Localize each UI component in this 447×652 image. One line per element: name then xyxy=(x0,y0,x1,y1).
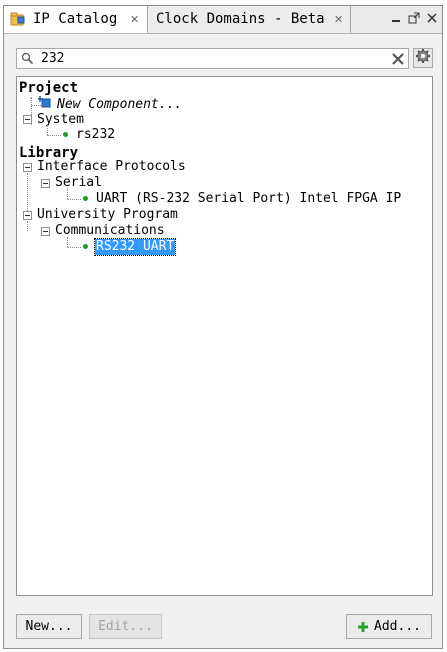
tree-connector xyxy=(47,125,48,135)
edit-button[interactable]: Edit... xyxy=(89,614,162,639)
edit-button-label: Edit... xyxy=(98,619,153,634)
tree-item-rs232[interactable]: rs232 xyxy=(76,127,115,143)
tab-label: IP Catalog xyxy=(33,11,118,27)
new-button[interactable]: New... xyxy=(16,614,82,639)
component-dot-icon xyxy=(83,196,88,201)
collapse-icon[interactable] xyxy=(23,115,32,124)
collapse-icon[interactable] xyxy=(41,179,50,188)
settings-button[interactable] xyxy=(413,48,433,68)
tree-connector xyxy=(67,199,81,200)
tree-item-serial[interactable]: Serial xyxy=(55,175,102,191)
tree-item-rs232-uart[interactable]: RS232 UART xyxy=(93,238,177,256)
search-value: 232 xyxy=(41,51,65,66)
tree-connector xyxy=(47,135,61,136)
close-icon[interactable] xyxy=(426,12,438,24)
component-dot-icon xyxy=(83,244,88,249)
collapse-icon[interactable] xyxy=(23,211,32,220)
tree-item-communications[interactable]: Communications xyxy=(55,223,165,239)
search-input[interactable]: 232 xyxy=(16,48,409,69)
tree-item-university-program[interactable]: University Program xyxy=(37,207,178,223)
minimize-icon[interactable] xyxy=(390,12,402,24)
close-tab-icon[interactable]: ✕ xyxy=(130,13,139,26)
tab-bar: IP Catalog ✕ Clock Domains - Beta ✕ xyxy=(4,6,442,34)
tree-item-system[interactable]: System xyxy=(37,112,84,128)
collapse-icon[interactable] xyxy=(41,227,50,236)
tab-ip-catalog[interactable]: IP Catalog ✕ xyxy=(4,6,148,33)
ip-tree: Project New Component... System rs232 Li… xyxy=(16,76,433,596)
clear-search-icon[interactable] xyxy=(391,52,405,66)
new-component-icon xyxy=(37,96,51,108)
tree-connector xyxy=(67,247,81,248)
detach-icon[interactable] xyxy=(408,12,420,24)
add-button-label: Add... xyxy=(374,619,421,634)
ip-catalog-panel: IP Catalog ✕ Clock Domains - Beta ✕ 232 xyxy=(3,5,443,649)
tree-item-interface-protocols[interactable]: Interface Protocols xyxy=(37,159,186,175)
window-controls xyxy=(390,12,438,24)
component-dot-icon xyxy=(63,132,68,137)
tree-item-new-component[interactable]: New Component... xyxy=(57,97,182,113)
search-icon xyxy=(21,52,34,65)
gear-icon xyxy=(415,48,431,68)
tree-connector xyxy=(67,189,68,199)
new-button-label: New... xyxy=(25,619,73,634)
tree-item-uart-ip[interactable]: UART (RS-232 Serial Port) Intel FPGA IP xyxy=(96,191,401,207)
collapse-icon[interactable] xyxy=(23,163,32,172)
ip-catalog-icon xyxy=(10,12,25,26)
add-button[interactable]: Add... xyxy=(346,614,432,639)
tab-clock-domains[interactable]: Clock Domains - Beta ✕ xyxy=(148,6,351,33)
tree-connector xyxy=(67,237,68,247)
plus-icon xyxy=(357,621,369,633)
close-tab-icon[interactable]: ✕ xyxy=(334,13,343,26)
tree-section-project: Project xyxy=(19,80,79,96)
tree-connector xyxy=(27,221,28,231)
tab-label: Clock Domains - Beta xyxy=(156,11,325,27)
